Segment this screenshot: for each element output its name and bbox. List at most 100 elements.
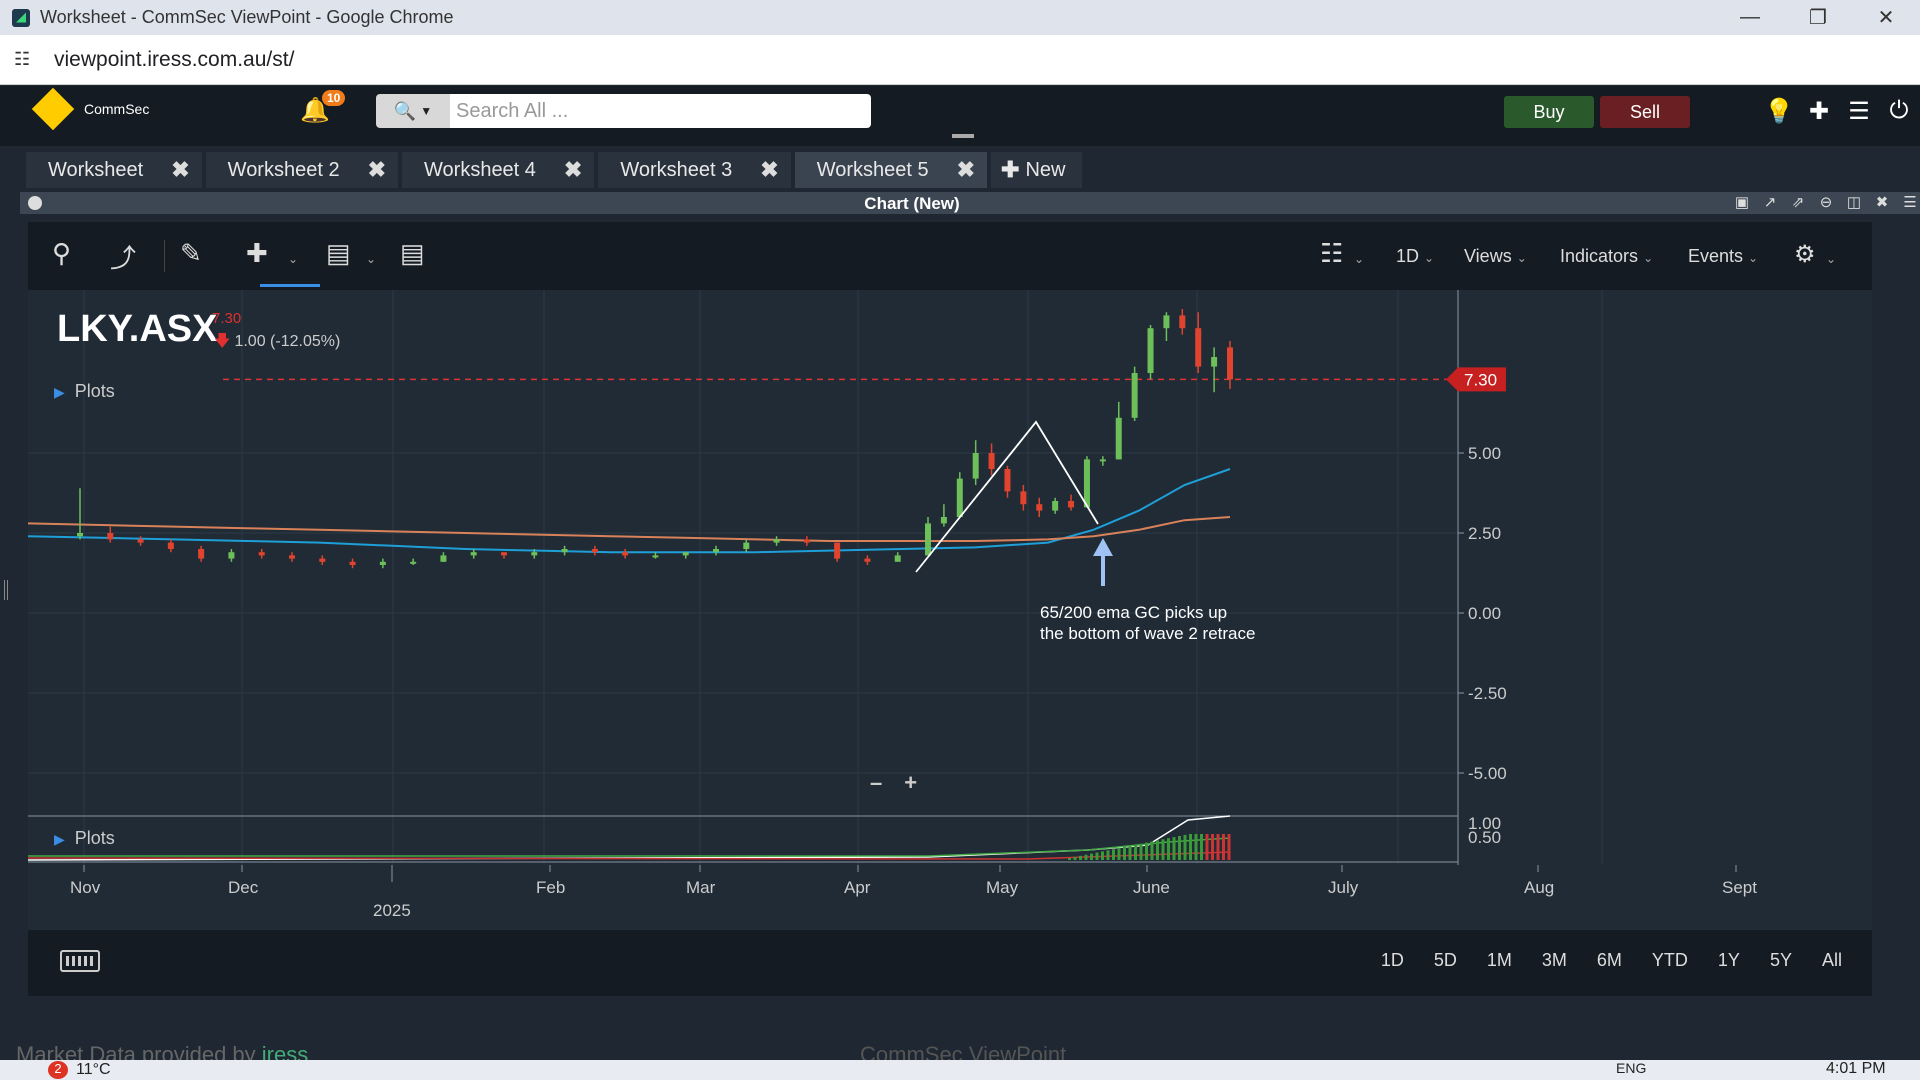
x-year-label: 2025 bbox=[373, 901, 411, 920]
candle-body bbox=[349, 561, 356, 565]
timeframe-5y[interactable]: 5Y bbox=[1770, 950, 1792, 971]
candle-body bbox=[1099, 459, 1106, 462]
candle-body bbox=[713, 549, 719, 553]
search-input[interactable] bbox=[450, 94, 871, 128]
side-resize-grip[interactable] bbox=[4, 580, 8, 600]
timeframe-5d[interactable]: 5D bbox=[1434, 950, 1457, 971]
language-indicator[interactable]: ENG bbox=[1616, 1060, 1646, 1076]
gear-icon[interactable]: ⚙ bbox=[1794, 240, 1816, 269]
minimize-panel-icon[interactable]: ⊖ bbox=[1816, 193, 1836, 211]
tab-worksheet-3[interactable]: Worksheet 3 ✖ bbox=[598, 152, 791, 188]
indicators-dropdown[interactable]: Indicators ⌄ bbox=[1560, 246, 1653, 267]
price-change-value: 1.00 (-12.05%) bbox=[234, 333, 341, 350]
lower-histogram-bar bbox=[1227, 834, 1231, 860]
power-icon[interactable]: ⏻ bbox=[1886, 96, 1912, 126]
tab-worksheet[interactable]: Worksheet ✖ bbox=[26, 152, 202, 188]
search-type-dropdown[interactable]: 🔍 ▼ bbox=[376, 94, 450, 128]
panel-menu-icon[interactable]: ☰ bbox=[1900, 193, 1920, 211]
views-dropdown[interactable]: Views ⌄ bbox=[1464, 246, 1527, 267]
close-icon[interactable]: ✖ bbox=[564, 157, 582, 183]
plots-toggle-upper[interactable]: ▶ Plots bbox=[54, 381, 115, 402]
comment-icon[interactable]: ▤ bbox=[326, 238, 351, 269]
lower-histogram-bar bbox=[1139, 843, 1143, 860]
clock[interactable]: 4:01 PM bbox=[1826, 1060, 1886, 1078]
keyboard-icon[interactable] bbox=[60, 950, 100, 972]
x-tick-label: June bbox=[1133, 878, 1170, 897]
timeframe-6m[interactable]: 6M bbox=[1597, 950, 1622, 971]
close-icon[interactable]: ✖ bbox=[368, 157, 386, 183]
timeframe-1d[interactable]: 1D bbox=[1381, 950, 1404, 971]
panel-drag-handle[interactable] bbox=[952, 134, 974, 138]
close-icon[interactable]: ✖ bbox=[171, 157, 189, 183]
lower-histogram-bar bbox=[1211, 834, 1214, 860]
chevron-down-icon[interactable]: ⌄ bbox=[366, 252, 376, 266]
candle-body bbox=[591, 549, 598, 553]
split-icon[interactable]: ◫ bbox=[1844, 193, 1864, 211]
tab-worksheet-5[interactable]: Worksheet 5 ✖ bbox=[794, 152, 988, 188]
zoom-in-button[interactable]: + bbox=[904, 770, 917, 796]
buy-button[interactable]: Buy bbox=[1504, 96, 1594, 128]
menu-icon[interactable]: ☰ bbox=[1846, 96, 1872, 126]
close-window-icon[interactable]: ✕ bbox=[1852, 0, 1920, 35]
tab-worksheet-4[interactable]: Worksheet 4 ✖ bbox=[402, 152, 595, 188]
candle-body bbox=[107, 533, 114, 540]
timeframe-3m[interactable]: 3M bbox=[1542, 950, 1567, 971]
lower-histogram-bar bbox=[1123, 847, 1126, 860]
annotation-line-1: 65/200 ema GC picks up bbox=[1040, 603, 1227, 622]
table-icon[interactable]: ▤ bbox=[400, 238, 425, 269]
expand-icon[interactable]: ↗ bbox=[1760, 193, 1780, 211]
weather-temp[interactable]: 11°C bbox=[76, 1061, 111, 1079]
candle-body bbox=[1115, 417, 1122, 460]
minimize-icon[interactable]: — bbox=[1716, 0, 1784, 35]
chevron-down-icon[interactable]: ⌄ bbox=[1826, 252, 1836, 266]
close-icon[interactable]: ✖ bbox=[957, 157, 975, 183]
price-chart[interactable]: 65/200 ema GC picks up the bottom of wave… bbox=[28, 290, 1872, 930]
candle-body bbox=[682, 552, 689, 556]
x-tick-label: Dec bbox=[228, 878, 259, 897]
tab-label: Worksheet 2 bbox=[227, 158, 340, 181]
candlestick-type-icon[interactable]: ☷ bbox=[1320, 238, 1343, 269]
trend-line-icon[interactable]: ⤴ bbox=[110, 238, 136, 275]
x-tick-label: Mar bbox=[686, 878, 716, 897]
tab-worksheet-2[interactable]: Worksheet 2 ✖ bbox=[205, 152, 399, 188]
zoom-search-icon[interactable]: ⚲ bbox=[52, 238, 71, 269]
zoom-controls: – + bbox=[870, 770, 917, 796]
restore-icon[interactable]: ❐ bbox=[1784, 0, 1852, 35]
timeframe-ytd[interactable]: YTD bbox=[1652, 950, 1688, 971]
tab-label: Worksheet bbox=[48, 158, 144, 181]
candle-body bbox=[1068, 501, 1075, 508]
chevron-down-icon: ⌄ bbox=[1748, 251, 1759, 265]
zoom-out-button[interactable]: – bbox=[870, 770, 882, 796]
timeframe-bar: 1D 5D 1M 3M 6M YTD 1Y 5Y All bbox=[28, 930, 1872, 996]
candle-body bbox=[137, 539, 144, 543]
popout-icon[interactable]: ⇗ bbox=[1788, 193, 1808, 211]
add-panel-icon[interactable]: ▣ bbox=[1732, 193, 1752, 211]
lightbulb-icon[interactable]: 💡 bbox=[1764, 96, 1794, 126]
pencil-icon[interactable]: ✎ bbox=[180, 238, 202, 269]
add-icon[interactable]: ✚ bbox=[1806, 96, 1832, 126]
crosshair-icon[interactable]: ✚ bbox=[246, 238, 268, 269]
timeframe-1m[interactable]: 1M bbox=[1487, 950, 1512, 971]
new-tab-button[interactable]: ✚ New bbox=[991, 152, 1082, 188]
close-icon[interactable]: ✖ bbox=[760, 157, 778, 183]
timeframe-1y[interactable]: 1Y bbox=[1718, 950, 1740, 971]
chevron-down-icon[interactable]: ⌄ bbox=[1354, 252, 1364, 266]
interval-dropdown[interactable]: 1D ⌄ bbox=[1396, 246, 1434, 267]
x-tick-label: Aug bbox=[1524, 878, 1554, 897]
url-text[interactable]: viewpoint.iress.com.au/st/ bbox=[54, 48, 294, 72]
lower-indicator: 1.000.50 bbox=[28, 814, 1501, 863]
close-panel-icon[interactable]: ✖ bbox=[1872, 193, 1892, 211]
y-tick-label: -5.00 bbox=[1468, 764, 1507, 783]
chart-grid bbox=[28, 290, 1603, 865]
chevron-down-icon[interactable]: ⌄ bbox=[288, 252, 298, 266]
timeframe-all[interactable]: All bbox=[1822, 950, 1842, 971]
expand-triangle-icon: ▶ bbox=[54, 831, 65, 847]
events-dropdown[interactable]: Events ⌄ bbox=[1688, 246, 1758, 267]
site-settings-icon[interactable]: ☷ bbox=[14, 49, 36, 71]
sell-button[interactable]: Sell bbox=[1600, 96, 1690, 128]
plots-toggle-lower[interactable]: ▶ Plots bbox=[54, 828, 115, 849]
lower-tick-label: 0.50 bbox=[1468, 828, 1501, 847]
tab-label: Worksheet 5 bbox=[816, 158, 929, 181]
browser-titlebar: Worksheet - CommSec ViewPoint - Google C… bbox=[0, 0, 1920, 35]
address-bar: ☷ viewpoint.iress.com.au/st/ bbox=[0, 35, 1920, 85]
